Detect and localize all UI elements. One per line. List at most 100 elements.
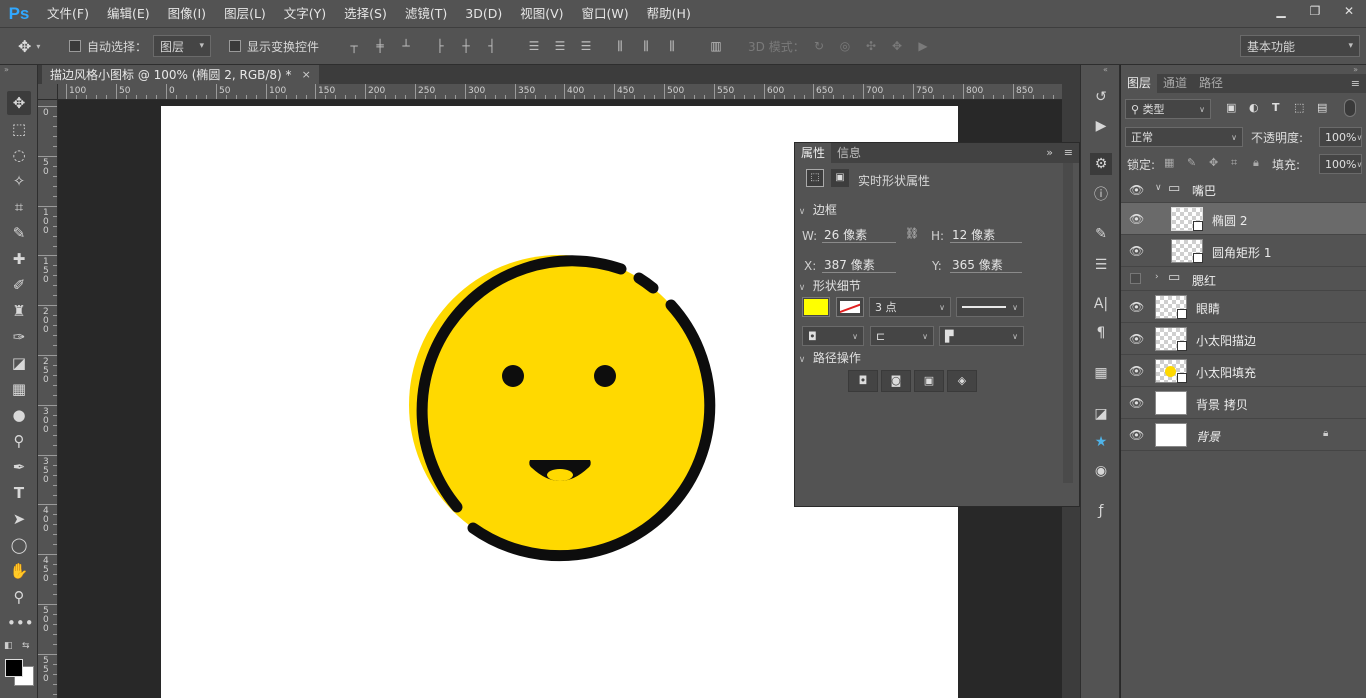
- align-left-icon[interactable]: ├: [433, 39, 447, 53]
- 3d-roll-icon[interactable]: ◎: [838, 39, 852, 53]
- fill-field[interactable]: 100% ∨: [1319, 154, 1362, 174]
- chevron-right-icon[interactable]: ›: [1155, 272, 1159, 282]
- distribute-bottom-icon[interactable]: ☰: [579, 39, 593, 53]
- properties-scrollbar[interactable]: [1063, 163, 1073, 483]
- shape-details-section-header[interactable]: ∨ 形状细节: [795, 277, 1065, 294]
- auto-align-icon[interactable]: ▥: [709, 39, 723, 53]
- pen-tool-icon[interactable]: ✒: [7, 455, 31, 479]
- stroke-corner-dropdown[interactable]: ▛ ∨: [939, 326, 1024, 346]
- swap-colors-icon[interactable]: ⇆: [22, 641, 30, 651]
- tab-layers[interactable]: 图层: [1121, 74, 1158, 93]
- menu-view[interactable]: 视图(V): [511, 0, 572, 27]
- align-hcenter-icon[interactable]: ┼: [459, 39, 473, 53]
- menu-image[interactable]: 图像(I): [159, 0, 215, 27]
- properties-panel-icon[interactable]: ⚙: [1090, 153, 1112, 175]
- auto-select-dropdown[interactable]: 图层 ▾: [153, 35, 211, 57]
- stroke-color-swatch[interactable]: [836, 297, 864, 317]
- blur-tool-icon[interactable]: ●: [7, 403, 31, 427]
- move-tool-icon[interactable]: ✥: [7, 91, 31, 115]
- stroke-width-dropdown[interactable]: 3 点 ∨: [869, 297, 951, 317]
- mask-properties-icon[interactable]: ▣: [831, 169, 849, 187]
- show-transform-checkbox[interactable]: [229, 40, 241, 52]
- combine-shapes-icon[interactable]: ◘: [848, 370, 878, 392]
- actions-panel-icon[interactable]: ▶: [1090, 115, 1112, 137]
- subtract-front-icon[interactable]: ◙: [881, 370, 911, 392]
- ruler-origin[interactable]: [38, 84, 58, 100]
- layer-row[interactable]: 👁︎ 小太阳填充: [1121, 355, 1366, 387]
- character-panel-icon[interactable]: A|: [1090, 293, 1112, 315]
- filter-adjustment-icon[interactable]: ◐: [1249, 101, 1259, 114]
- close-tab-icon[interactable]: ×: [302, 68, 311, 81]
- chevron-down-icon[interactable]: ∨: [1155, 183, 1162, 193]
- zoom-tool-icon[interactable]: ⚲: [7, 585, 31, 609]
- visibility-eye-icon[interactable]: 👁︎: [1129, 428, 1144, 442]
- visibility-off-box[interactable]: [1130, 273, 1141, 284]
- collapse-arrows-icon[interactable]: »: [1353, 65, 1358, 74]
- menu-3d[interactable]: 3D(D): [456, 0, 511, 27]
- menu-window[interactable]: 窗口(W): [573, 0, 638, 27]
- filter-toggle[interactable]: [1344, 99, 1356, 117]
- brush-presets-icon[interactable]: ☰: [1090, 254, 1112, 276]
- 3d-orbit-icon[interactable]: ↻: [812, 39, 826, 53]
- auto-select-checkbox[interactable]: [69, 40, 81, 52]
- visibility-eye-icon[interactable]: 👁︎: [1129, 244, 1144, 258]
- collapse-arrows-icon[interactable]: »: [4, 65, 9, 74]
- lasso-tool-icon[interactable]: ◌: [7, 143, 31, 167]
- blend-mode-dropdown[interactable]: 正常 ∨: [1125, 127, 1243, 147]
- move-tool-preset[interactable]: ✥ ▾: [18, 28, 40, 64]
- width-field[interactable]: 26 像素: [822, 227, 896, 243]
- layer-row[interactable]: 👁︎ ∨ ▭ 嘴巴: [1121, 175, 1366, 203]
- distribute-right-icon[interactable]: ⫼: [665, 39, 679, 53]
- restore-button[interactable]: ❐: [1298, 0, 1332, 22]
- menu-type[interactable]: 文字(Y): [275, 0, 335, 27]
- layer-filter-dropdown[interactable]: ⚲ 类型 ∨: [1125, 99, 1211, 119]
- stroke-type-dropdown[interactable]: ∨: [956, 297, 1024, 317]
- foreground-color-swatch[interactable]: [5, 659, 23, 677]
- shape-properties-icon[interactable]: ⬚: [806, 169, 824, 187]
- link-icon[interactable]: ⛓: [905, 227, 919, 240]
- stroke-align-dropdown[interactable]: ◘ ∨: [802, 326, 864, 346]
- visibility-eye-icon[interactable]: 👁︎: [1129, 396, 1144, 410]
- dodge-tool-icon[interactable]: ⚲: [7, 429, 31, 453]
- 3d-slide-icon[interactable]: ✥: [890, 39, 904, 53]
- close-window-button[interactable]: ✕: [1332, 0, 1366, 22]
- tab-channels[interactable]: 通道: [1157, 74, 1193, 93]
- more-tools-icon[interactable]: •••: [7, 611, 34, 635]
- document-tab[interactable]: 描边风格小图标 @ 100% (椭圆 2, RGB/8) * ×: [42, 65, 319, 84]
- history-brush-tool-icon[interactable]: ✑: [7, 325, 31, 349]
- info-panel-icon[interactable]: ⓘ: [1090, 184, 1112, 206]
- libraries-panel-icon[interactable]: ◉: [1090, 460, 1112, 482]
- ellipse-tool-icon[interactable]: ◯: [7, 533, 31, 557]
- exclude-overlap-icon[interactable]: ◈: [947, 370, 977, 392]
- layer-row-selected[interactable]: 👁︎ 椭圆 2: [1121, 203, 1366, 235]
- menu-file[interactable]: 文件(F): [38, 0, 98, 27]
- paragraph-panel-icon[interactable]: ¶: [1090, 322, 1112, 344]
- healing-brush-tool-icon[interactable]: ✚: [7, 247, 31, 271]
- align-bottom-icon[interactable]: ┴: [399, 39, 413, 53]
- brush-tool-icon[interactable]: ✐: [7, 273, 31, 297]
- distribute-top-icon[interactable]: ☰: [527, 39, 541, 53]
- hand-tool-icon[interactable]: ✋: [7, 559, 31, 583]
- bounds-section-header[interactable]: ∨ 边框: [795, 201, 1065, 218]
- distribute-hcenter-icon[interactable]: ⫼: [639, 39, 653, 53]
- lock-image-icon[interactable]: ✎: [1187, 156, 1196, 169]
- eyedropper-tool-icon[interactable]: ✎: [7, 221, 31, 245]
- intersect-shapes-icon[interactable]: ▣: [914, 370, 944, 392]
- opacity-field[interactable]: 100% ∨: [1319, 127, 1362, 147]
- magic-wand-tool-icon[interactable]: ✧: [7, 169, 31, 193]
- menu-layer[interactable]: 图层(L): [215, 0, 275, 27]
- workspace-dropdown[interactable]: 基本功能 ▾: [1240, 35, 1360, 57]
- filter-pixel-icon[interactable]: ▣: [1226, 101, 1236, 114]
- fill-color-swatch[interactable]: [802, 297, 830, 317]
- fonts-panel-icon[interactable]: ƒ: [1090, 500, 1112, 522]
- menu-help[interactable]: 帮助(H): [638, 0, 700, 27]
- panel-menu-icon[interactable]: ≡: [1064, 143, 1073, 163]
- panel-menu-icon[interactable]: ≡: [1351, 74, 1360, 93]
- visibility-eye-icon[interactable]: 👁︎: [1129, 183, 1144, 197]
- crop-tool-icon[interactable]: ⌗: [7, 195, 31, 219]
- visibility-eye-icon[interactable]: 👁︎: [1129, 212, 1144, 226]
- history-panel-icon[interactable]: ↺: [1090, 86, 1112, 108]
- stroke-cap-dropdown[interactable]: ⊏ ∨: [870, 326, 934, 346]
- adjustments-panel-icon[interactable]: ◪: [1090, 403, 1112, 425]
- eraser-tool-icon[interactable]: ◪: [7, 351, 31, 375]
